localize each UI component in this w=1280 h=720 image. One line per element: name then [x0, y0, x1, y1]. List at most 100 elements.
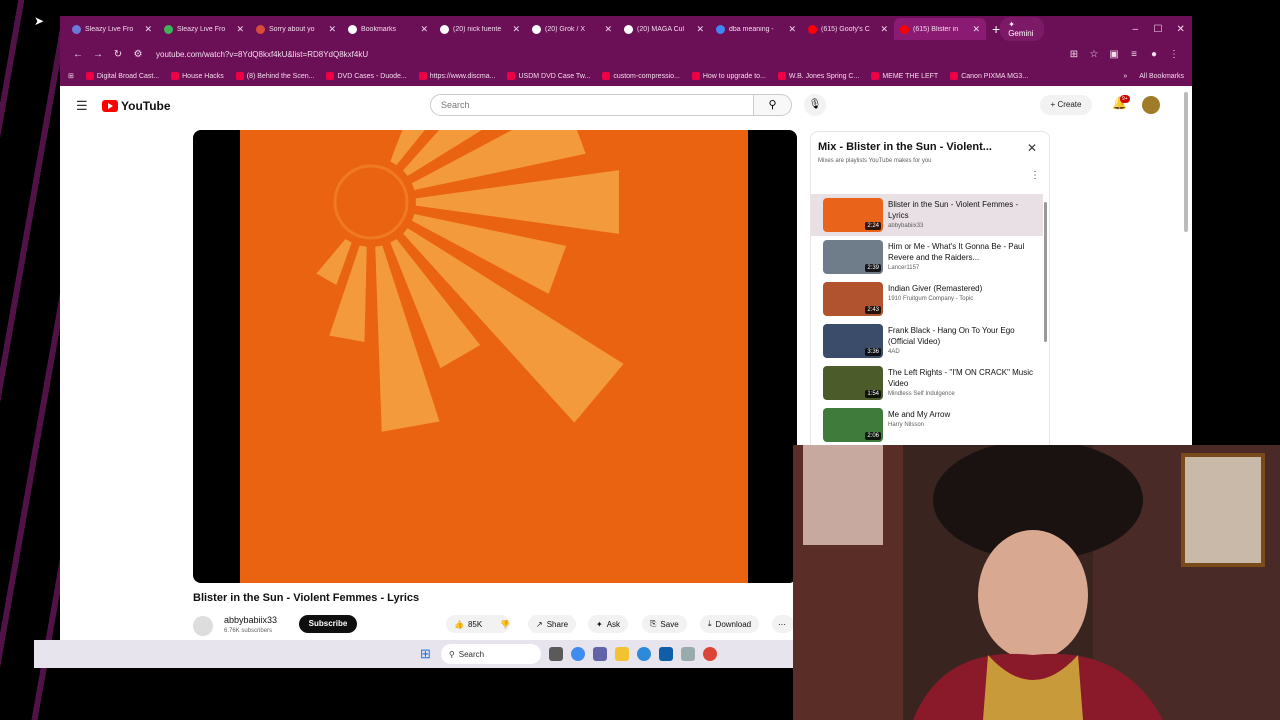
- playlist-item[interactable]: 2:06 Me and My Arrow Harry Nilsson: [811, 404, 1043, 446]
- channel-avatar[interactable]: [193, 616, 213, 636]
- file-explorer-icon[interactable]: [614, 647, 629, 661]
- browser-tab[interactable]: (20) nick fuente ✕: [434, 18, 526, 40]
- url-field[interactable]: youtube.com/watch?v=8YdQ8kxf4kU&list=RD8…: [156, 50, 1064, 59]
- forward-icon[interactable]: →: [88, 49, 108, 60]
- close-tab-icon[interactable]: ✕: [696, 24, 704, 35]
- reload-icon[interactable]: ↻: [108, 49, 128, 60]
- ask-button[interactable]: ✦ Ask: [588, 615, 629, 633]
- subscribe-button[interactable]: Subscribe: [299, 615, 357, 633]
- playlist-item[interactable]: 2:43 Indian Giver (Remastered) 1910 Fruitg…: [811, 278, 1043, 320]
- bookmark-item[interactable]: https://www.discma...: [418, 72, 495, 80]
- save-button[interactable]: ⎘ Save: [642, 615, 687, 633]
- subscriber-count: 6.76K subscribers: [224, 628, 273, 634]
- browser-tab[interactable]: (20) Grok / X ✕: [526, 18, 618, 40]
- search-button[interactable]: ⚲: [754, 94, 792, 116]
- bookmark-item[interactable]: (8) Behind the Scen...: [235, 72, 314, 80]
- close-tab-icon[interactable]: ✕: [328, 24, 336, 35]
- site-info-icon[interactable]: ⚙: [128, 49, 148, 60]
- voice-search-icon[interactable]: 🎙: [804, 94, 826, 116]
- browser-tab[interactable]: (20) MAGA Cul ✕: [618, 18, 710, 40]
- taskbar-search[interactable]: ⚲ Search: [440, 644, 541, 664]
- teams-icon[interactable]: [592, 647, 607, 661]
- install-icon[interactable]: ⊞: [1064, 49, 1084, 60]
- video-duration: 1:54: [865, 390, 881, 398]
- search-input[interactable]: Search: [430, 94, 754, 116]
- new-tab-button[interactable]: +: [992, 21, 1000, 37]
- profile-icon[interactable]: ●: [1144, 49, 1164, 60]
- channel-name[interactable]: abbybabiix33: [224, 615, 277, 625]
- chrome-icon[interactable]: [702, 647, 717, 661]
- media-icon[interactable]: ≡: [1124, 49, 1144, 60]
- close-window-icon[interactable]: ✕: [1169, 24, 1192, 35]
- create-button[interactable]: + Create: [1040, 95, 1092, 115]
- tab-favicon-icon: [808, 24, 817, 34]
- video-player[interactable]: [193, 130, 797, 583]
- more-actions-button[interactable]: ⋯: [772, 615, 794, 633]
- close-tab-icon[interactable]: ✕: [972, 24, 980, 35]
- playlist-item[interactable]: 2:39 Him or Me - What's It Gonna Be - Pau…: [811, 236, 1043, 278]
- bookmark-item[interactable]: MEME THE LEFT: [871, 72, 938, 80]
- share-label: Share: [546, 619, 569, 629]
- bookmark-item[interactable]: custom-compressio...: [602, 72, 680, 80]
- maximize-icon[interactable]: ☐: [1147, 24, 1170, 35]
- playlist-menu-icon[interactable]: ⋮: [1030, 170, 1040, 181]
- playlist-scrollbar[interactable]: [1044, 202, 1047, 342]
- browser-tab[interactable]: (615) Blister in ✕: [894, 18, 986, 40]
- playlist-subtitle: Mixes are playlists YouTube makes for yo…: [818, 158, 932, 164]
- edge-icon[interactable]: [636, 647, 651, 661]
- gemini-button[interactable]: ✦ Gemini: [1000, 17, 1044, 41]
- bookmark-favicon-icon: [507, 72, 516, 80]
- close-playlist-icon[interactable]: ✕: [1027, 141, 1037, 155]
- browser-tab[interactable]: Bookmarks ✕: [342, 18, 434, 40]
- close-tab-icon[interactable]: ✕: [512, 24, 520, 35]
- close-tab-icon[interactable]: ✕: [788, 24, 796, 35]
- store-icon[interactable]: [658, 647, 673, 661]
- close-tab-icon[interactable]: ✕: [144, 24, 152, 35]
- browser-tab[interactable]: dba meaning - ✕: [710, 18, 802, 40]
- bookmark-item[interactable]: How to upgrade to...: [691, 72, 766, 80]
- tab-favicon-icon: [532, 24, 541, 34]
- more-bookmarks-icon[interactable]: »: [1123, 73, 1127, 80]
- menu-icon[interactable]: ⋮: [1164, 49, 1184, 60]
- bookmark-star-icon[interactable]: ☆: [1084, 49, 1104, 60]
- video-thumbnail: 2:24: [823, 198, 883, 232]
- playlist-item[interactable]: 1:54 The Left Rights - "I'M ON CRACK" Mus…: [811, 362, 1043, 404]
- sidepanel-icon[interactable]: ▣: [1104, 49, 1124, 60]
- playlist-item[interactable]: 3:36 Frank Black - Hang On To Your Ego (O…: [811, 320, 1043, 362]
- download-button[interactable]: ⤓ Download: [700, 615, 760, 633]
- copilot-icon[interactable]: [570, 647, 585, 661]
- apps-icon[interactable]: ⊞: [68, 72, 74, 80]
- back-icon[interactable]: ←: [68, 49, 88, 60]
- browser-tab[interactable]: Sorry about yo ✕: [250, 18, 342, 40]
- tab-label: Sleazy Live Fro: [177, 25, 226, 33]
- all-bookmarks[interactable]: All Bookmarks: [1139, 73, 1184, 80]
- close-tab-icon[interactable]: ✕: [880, 24, 888, 35]
- bookmark-item[interactable]: USDM DVD Case Tw...: [507, 72, 590, 80]
- page-scrollbar[interactable]: [1184, 92, 1188, 232]
- bookmark-item[interactable]: Digital Broad Cast...: [85, 72, 159, 80]
- share-button[interactable]: ↗ Share: [528, 615, 577, 633]
- browser-tab[interactable]: (615) Goofy's C ✕: [802, 18, 894, 40]
- close-tab-icon[interactable]: ✕: [604, 24, 612, 35]
- bookmarks-bar: ⊞ Digital Broad Cast... House Hacks (8) Be…: [60, 66, 1192, 86]
- taskview-icon[interactable]: [548, 647, 563, 661]
- bookmark-item[interactable]: Canon PIXMA MG3...: [950, 72, 1028, 80]
- bookmark-item[interactable]: W.B. Jones Spring C...: [777, 72, 859, 80]
- search-icon: ⚲: [768, 99, 777, 111]
- bookmark-icon: ⎘: [650, 619, 657, 628]
- hamburger-menu-icon[interactable]: ☰: [76, 98, 88, 114]
- browser-tab[interactable]: Sleazy Live Fro ✕: [66, 18, 158, 40]
- windows-start-icon[interactable]: ⊞: [420, 646, 431, 662]
- browser-tab[interactable]: Sleazy Live Fro ✕: [158, 18, 250, 40]
- close-tab-icon[interactable]: ✕: [236, 24, 244, 35]
- close-tab-icon[interactable]: ✕: [420, 24, 428, 35]
- dislike-button[interactable]: 👎: [492, 615, 516, 633]
- tab-label: Sorry about yo: [269, 25, 315, 33]
- playlist-item[interactable]: 2:24 Blister in the Sun - Violent Femmes …: [811, 194, 1043, 236]
- bookmark-item[interactable]: DVD Cases - Duode...: [326, 72, 407, 80]
- app-icon[interactable]: [680, 647, 695, 661]
- account-avatar[interactable]: [1142, 96, 1160, 114]
- minimize-icon[interactable]: –: [1124, 24, 1147, 35]
- youtube-logo[interactable]: YouTube: [102, 99, 171, 113]
- bookmark-item[interactable]: House Hacks: [171, 72, 224, 80]
